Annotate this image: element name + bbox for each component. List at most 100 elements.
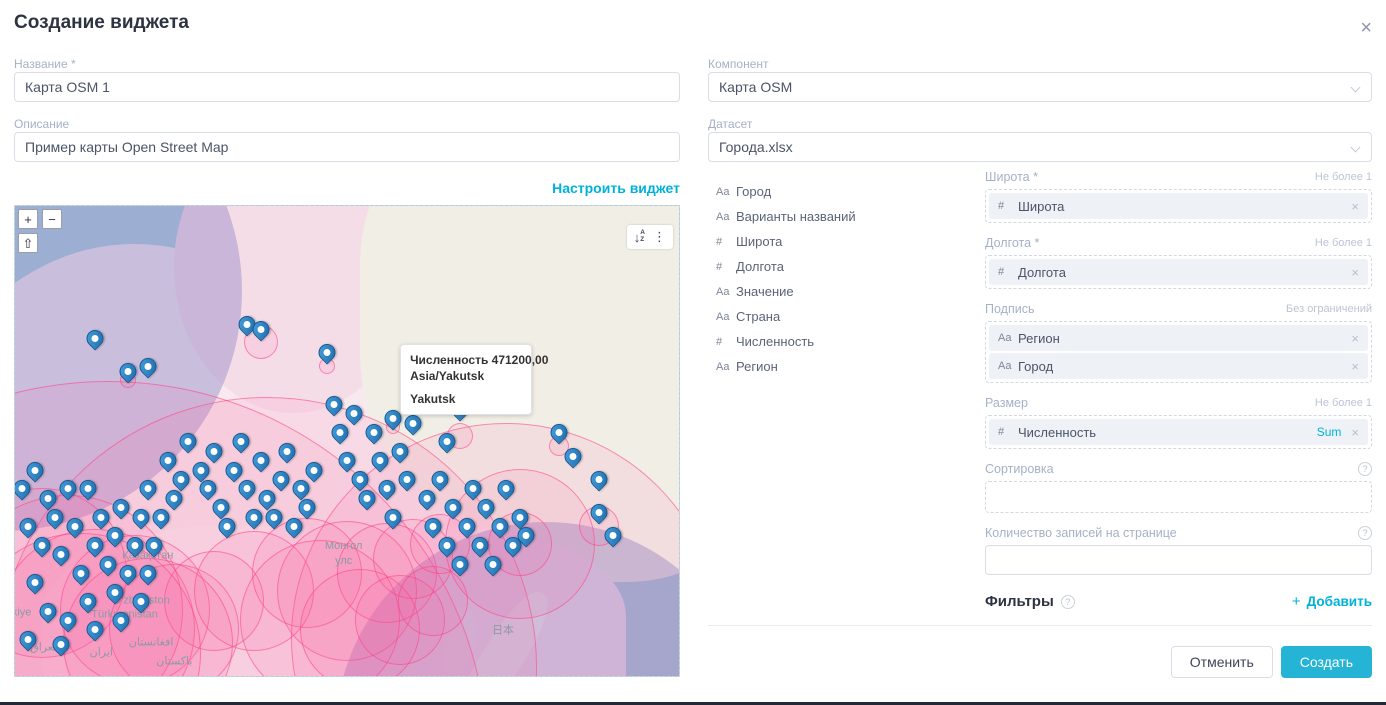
map-pin-marker[interactable] xyxy=(564,448,581,465)
map-pin-marker[interactable] xyxy=(219,518,236,535)
map-pin-marker[interactable] xyxy=(591,504,608,521)
map-pin-marker[interactable] xyxy=(146,537,163,554)
map-pin-marker[interactable] xyxy=(491,518,508,535)
configure-widget-link[interactable]: Настроить виджет xyxy=(552,180,680,196)
map-pin-marker[interactable] xyxy=(20,631,37,648)
remove-chip-icon[interactable]: × xyxy=(1351,359,1359,374)
remove-chip-icon[interactable]: × xyxy=(1351,425,1359,440)
map-pin-marker[interactable] xyxy=(438,433,455,450)
map-pin-marker[interactable] xyxy=(485,556,502,573)
name-input[interactable] xyxy=(14,72,680,102)
map-pin-marker[interactable] xyxy=(232,433,249,450)
map-pin-marker[interactable] xyxy=(66,518,83,535)
remove-chip-icon[interactable]: × xyxy=(1351,265,1359,280)
map-pin-marker[interactable] xyxy=(119,363,136,380)
map-pin-marker[interactable] xyxy=(14,480,30,497)
map-pin-marker[interactable] xyxy=(398,471,415,488)
field-chip[interactable]: #ЧисленностьSum× xyxy=(989,419,1368,445)
dataset-field[interactable]: #Широта xyxy=(716,229,856,254)
map-pin-marker[interactable] xyxy=(80,480,97,497)
map-pin-marker[interactable] xyxy=(80,593,97,610)
map-pin-marker[interactable] xyxy=(465,480,482,497)
map-pin-marker[interactable] xyxy=(46,509,63,526)
map-pin-marker[interactable] xyxy=(332,424,349,441)
create-button[interactable]: Создать xyxy=(1281,646,1372,678)
map-pin-marker[interactable] xyxy=(425,518,442,535)
map-pin-marker[interactable] xyxy=(325,396,342,413)
map-pin-marker[interactable] xyxy=(86,537,103,554)
map-pin-marker[interactable] xyxy=(26,574,43,591)
map-pin-marker[interactable] xyxy=(60,612,77,629)
map-pin-marker[interactable] xyxy=(319,344,336,361)
map-pin-marker[interactable] xyxy=(192,462,209,479)
map-pin-marker[interactable] xyxy=(86,621,103,638)
remove-chip-icon[interactable]: × xyxy=(1351,199,1359,214)
help-icon[interactable]: ? xyxy=(1358,462,1372,476)
map-pin-marker[interactable] xyxy=(173,471,190,488)
map-pin-marker[interactable] xyxy=(478,499,495,516)
map-pin-marker[interactable] xyxy=(126,537,143,554)
map-zoom-in-button[interactable]: + xyxy=(18,209,38,229)
map-pin-marker[interactable] xyxy=(99,556,116,573)
map-pin-marker[interactable] xyxy=(119,565,136,582)
map-pin-marker[interactable] xyxy=(385,509,402,526)
map-pin-marker[interactable] xyxy=(339,452,356,469)
map-pin-marker[interactable] xyxy=(272,471,289,488)
map-pin-marker[interactable] xyxy=(212,499,229,516)
map-pin-marker[interactable] xyxy=(365,424,382,441)
map-preview[interactable]: ҚазақстанМонгол улсO'zbekistonTürkmenist… xyxy=(14,205,680,677)
map-pin-marker[interactable] xyxy=(345,405,362,422)
remove-chip-icon[interactable]: × xyxy=(1351,331,1359,346)
map-pin-marker[interactable] xyxy=(292,480,309,497)
description-input[interactable] xyxy=(14,132,680,162)
map-pin-marker[interactable] xyxy=(153,509,170,526)
dataset-field[interactable]: AaСтрана xyxy=(716,304,856,329)
map-pin-marker[interactable] xyxy=(26,462,43,479)
map-options-control[interactable]: ↓AZ ⋮ xyxy=(627,225,673,249)
map-pin-marker[interactable] xyxy=(378,480,395,497)
map-pin-marker[interactable] xyxy=(239,480,256,497)
map-pin-marker[interactable] xyxy=(358,490,375,507)
map-pin-marker[interactable] xyxy=(106,584,123,601)
map-pin-marker[interactable] xyxy=(252,321,269,338)
map-pin-marker[interactable] xyxy=(451,556,468,573)
dataset-select[interactable]: Города.xlsx xyxy=(708,132,1372,162)
map-pin-marker[interactable] xyxy=(179,433,196,450)
map-pin-marker[interactable] xyxy=(372,452,389,469)
map-pin-marker[interactable] xyxy=(551,424,568,441)
map-pin-marker[interactable] xyxy=(40,490,57,507)
map-pin-marker[interactable] xyxy=(305,462,322,479)
mapping-dropzone[interactable]: #Широта× xyxy=(985,189,1372,223)
dataset-field[interactable]: #Численность xyxy=(716,329,856,354)
field-chip[interactable]: #Долгота× xyxy=(989,259,1368,285)
map-pin-marker[interactable] xyxy=(518,527,535,544)
dataset-field[interactable]: AaЗначение xyxy=(716,279,856,304)
help-icon[interactable]: ? xyxy=(1061,595,1075,609)
map-zoom-out-button[interactable]: − xyxy=(42,209,62,229)
dataset-field[interactable]: AaВарианты названий xyxy=(716,204,856,229)
sort-az-icon[interactable]: ↓AZ xyxy=(634,230,645,245)
map-fullscreen-button[interactable]: ⇧ xyxy=(18,233,38,253)
component-select[interactable]: Карта OSM xyxy=(708,72,1372,102)
map-pin-marker[interactable] xyxy=(166,490,183,507)
mapping-dropzone[interactable]: #Долгота× xyxy=(985,255,1372,289)
map-pin-marker[interactable] xyxy=(53,546,70,563)
map-pin-marker[interactable] xyxy=(458,518,475,535)
map-pin-marker[interactable] xyxy=(33,537,50,554)
map-pin-marker[interactable] xyxy=(438,537,455,554)
map-pin-marker[interactable] xyxy=(285,518,302,535)
map-pin-marker[interactable] xyxy=(405,415,422,432)
map-pin-marker[interactable] xyxy=(20,518,37,535)
map-pin-marker[interactable] xyxy=(93,509,110,526)
map-pin-marker[interactable] xyxy=(352,471,369,488)
map-pin-marker[interactable] xyxy=(206,443,223,460)
map-pin-marker[interactable] xyxy=(40,603,57,620)
map-pin-marker[interactable] xyxy=(139,480,156,497)
map-pin-marker[interactable] xyxy=(259,490,276,507)
mapping-dropzone[interactable]: AaРегион×AaГород× xyxy=(985,321,1372,383)
map-pin-marker[interactable] xyxy=(498,480,515,497)
map-pin-marker[interactable] xyxy=(299,499,316,516)
map-pin-marker[interactable] xyxy=(445,499,462,516)
map-pin-marker[interactable] xyxy=(133,509,150,526)
map-pin-marker[interactable] xyxy=(199,480,216,497)
